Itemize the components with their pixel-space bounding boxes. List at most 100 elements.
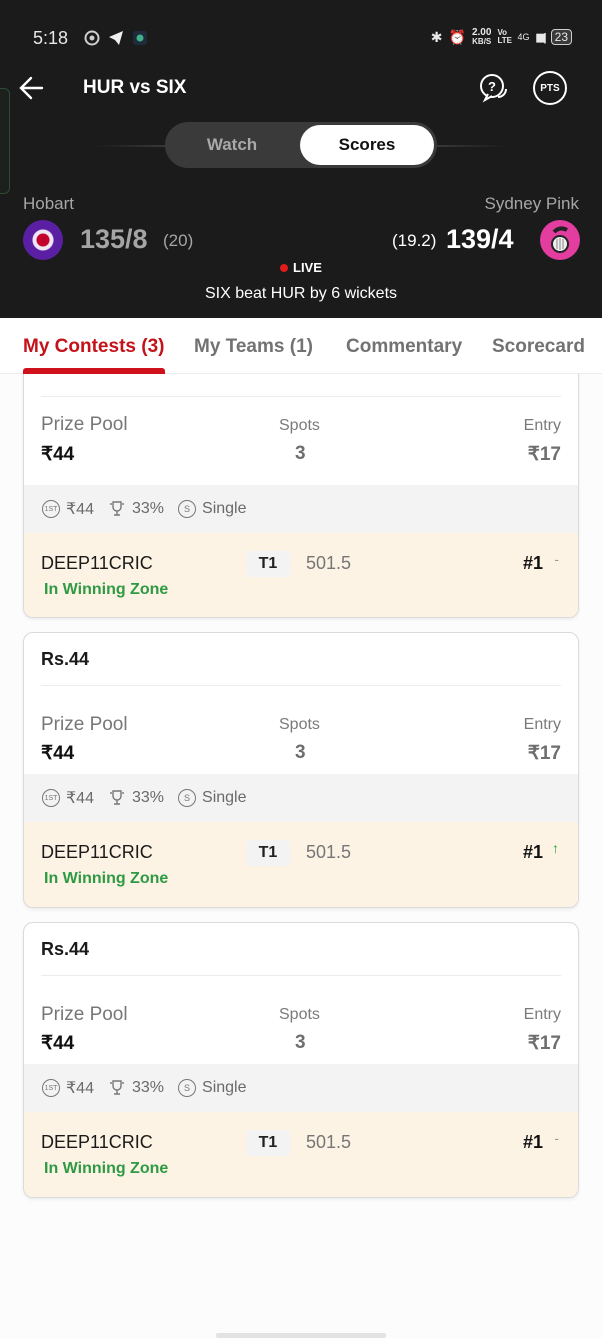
winning-zone-status: In Winning Zone bbox=[44, 1160, 169, 1177]
toggle-decor-line bbox=[95, 145, 170, 147]
battery-indicator: 23 bbox=[550, 29, 572, 45]
tab-scorecard[interactable]: Scorecard bbox=[492, 336, 585, 358]
rank-trend-icon: - bbox=[554, 1130, 559, 1146]
back-button[interactable] bbox=[16, 72, 48, 104]
trophy-icon bbox=[110, 790, 124, 805]
team-badge: T1 bbox=[246, 840, 290, 866]
toggle-scores[interactable]: Scores bbox=[300, 125, 434, 165]
points-system-button[interactable]: PTS bbox=[533, 71, 567, 105]
tab-bar: My Contests (3) My Teams (1) Commentary … bbox=[0, 318, 602, 374]
contest-info-bar: 1ST ₹44 33% S Single bbox=[24, 485, 578, 533]
telegram-icon bbox=[109, 31, 123, 45]
team-points: 501.5 bbox=[306, 553, 352, 573]
entry-fee-value: ₹17 bbox=[527, 444, 561, 465]
sixers-emblem-icon bbox=[551, 226, 569, 253]
toggle-watch[interactable]: Watch bbox=[165, 125, 299, 165]
contest-type: Single bbox=[202, 500, 247, 517]
tab-my-teams[interactable]: My Teams (1) bbox=[194, 336, 313, 358]
network-type: 4G bbox=[517, 32, 530, 42]
page-title: HUR vs SIX bbox=[83, 77, 187, 98]
card-divider bbox=[41, 975, 561, 976]
first-prize-value: ₹44 bbox=[66, 790, 94, 807]
first-prize-value: ₹44 bbox=[66, 1080, 94, 1097]
win-percent: 33% bbox=[131, 500, 165, 517]
win-percent: 33% bbox=[131, 789, 165, 806]
first-prize-value: ₹44 bbox=[66, 501, 94, 518]
card-divider bbox=[41, 685, 561, 686]
first-prize-icon: 1ST bbox=[42, 500, 60, 518]
win-percent: 33% bbox=[131, 1079, 165, 1096]
team-badge: T1 bbox=[246, 1130, 290, 1156]
team-username: DEEP11CRIC bbox=[41, 842, 153, 862]
contest-title: Rs.44 bbox=[41, 649, 90, 669]
hobart-logo bbox=[23, 220, 63, 260]
contest-info-bar: 1ST ₹44 33% S Single bbox=[24, 1064, 578, 1112]
team-right-overs: (19.2) bbox=[392, 231, 437, 250]
entry-label: Entry bbox=[523, 417, 561, 434]
status-time: 5:18 bbox=[33, 28, 69, 48]
home-indicator[interactable] bbox=[216, 1333, 386, 1338]
prize-pool-value: ₹44 bbox=[41, 743, 75, 764]
first-prize-icon: 1ST bbox=[42, 1079, 60, 1097]
rank-trend-icon: - bbox=[554, 551, 559, 567]
match-result: SIX beat HUR by 6 wickets bbox=[204, 285, 398, 302]
trophy-icon bbox=[110, 501, 124, 516]
live-indicator: LIVE bbox=[280, 260, 322, 275]
spots-value: 3 bbox=[295, 1032, 306, 1053]
live-dot bbox=[280, 263, 288, 272]
contest-card[interactable]: Rs.44 Prize Pool Spots Entry ₹44 3 ₹17 1… bbox=[23, 922, 579, 1198]
trophy-icon bbox=[110, 1080, 124, 1095]
contest-type: Single bbox=[202, 1079, 247, 1096]
team-username: DEEP11CRIC bbox=[41, 1132, 153, 1152]
spots-value: 3 bbox=[295, 443, 306, 464]
spots-label: Spots bbox=[279, 1006, 320, 1023]
team-badge: T1 bbox=[246, 551, 290, 577]
bluetooth-icon: ✱ bbox=[430, 28, 443, 45]
prize-pool-value: ₹44 bbox=[41, 444, 75, 465]
team-entry-row[interactable]: DEEP11CRIC In Winning Zone T1 501.5 #1 - bbox=[24, 533, 578, 617]
app-icon bbox=[133, 31, 147, 45]
spots-label: Spots bbox=[279, 417, 320, 434]
help-button[interactable]: ? bbox=[478, 72, 510, 104]
music-app-icon bbox=[84, 30, 100, 46]
sydney-logo bbox=[540, 220, 580, 260]
team-left-overs: (20) bbox=[163, 231, 194, 250]
toggle-decor-line bbox=[432, 145, 507, 147]
signal-icon: ▮▮| bbox=[535, 31, 546, 44]
entry-label: Entry bbox=[523, 1006, 561, 1023]
prize-pool-label: Prize Pool bbox=[41, 714, 128, 735]
contest-info-bar: 1ST ₹44 33% S Single bbox=[24, 774, 578, 822]
contest-card[interactable]: Rs.44 Prize Pool Spots Entry ₹44 3 ₹17 1… bbox=[23, 632, 579, 908]
entry-fee-value: ₹17 bbox=[527, 743, 561, 764]
tab-my-contests[interactable]: My Contests (3) bbox=[23, 336, 164, 358]
spots-label: Spots bbox=[279, 716, 320, 733]
svg-text:?: ? bbox=[488, 79, 496, 94]
watch-scores-toggle: Watch Scores bbox=[165, 122, 437, 168]
team-points: 501.5 bbox=[306, 1132, 352, 1152]
winning-zone-status: In Winning Zone bbox=[44, 870, 169, 887]
team-right-name: Sydney Pink bbox=[484, 194, 580, 213]
team-left-name: Hobart bbox=[23, 194, 75, 213]
entry-fee-value: ₹17 bbox=[527, 1033, 561, 1054]
edge-panel-handle[interactable] bbox=[0, 88, 10, 194]
team-rank: #1 bbox=[522, 1132, 543, 1152]
prize-pool-label: Prize Pool bbox=[41, 414, 128, 435]
single-entry-icon: S bbox=[178, 500, 197, 518]
help-chat-icon: ? bbox=[480, 74, 507, 103]
entry-label: Entry bbox=[523, 716, 561, 733]
volte-indicator: Vo LTE bbox=[497, 28, 512, 45]
match-header: 5:18 ✱ ⏰ 2.00 KB/S Vo LTE 4G ▮▮| 23 HUR … bbox=[0, 0, 602, 318]
active-tab-indicator bbox=[23, 368, 165, 374]
status-bar: 5:18 ✱ ⏰ 2.00 KB/S Vo LTE 4G ▮▮| 23 bbox=[0, 26, 602, 54]
team-entry-row[interactable]: DEEP11CRIC In Winning Zone T1 501.5 #1 ↑ bbox=[24, 822, 578, 907]
spots-value: 3 bbox=[295, 742, 306, 763]
first-prize-icon: 1ST bbox=[42, 789, 60, 807]
arrow-left-icon bbox=[19, 76, 44, 100]
team-rank: #1 bbox=[522, 842, 543, 862]
team-right-score: 139/4 bbox=[446, 224, 514, 254]
tab-commentary[interactable]: Commentary bbox=[346, 336, 462, 358]
rank-up-arrow-icon: ↑ bbox=[552, 840, 559, 856]
contest-title: Rs.44 bbox=[41, 939, 90, 959]
team-entry-row[interactable]: DEEP11CRIC In Winning Zone T1 501.5 #1 - bbox=[24, 1112, 578, 1197]
team-username: DEEP11CRIC bbox=[41, 553, 153, 573]
